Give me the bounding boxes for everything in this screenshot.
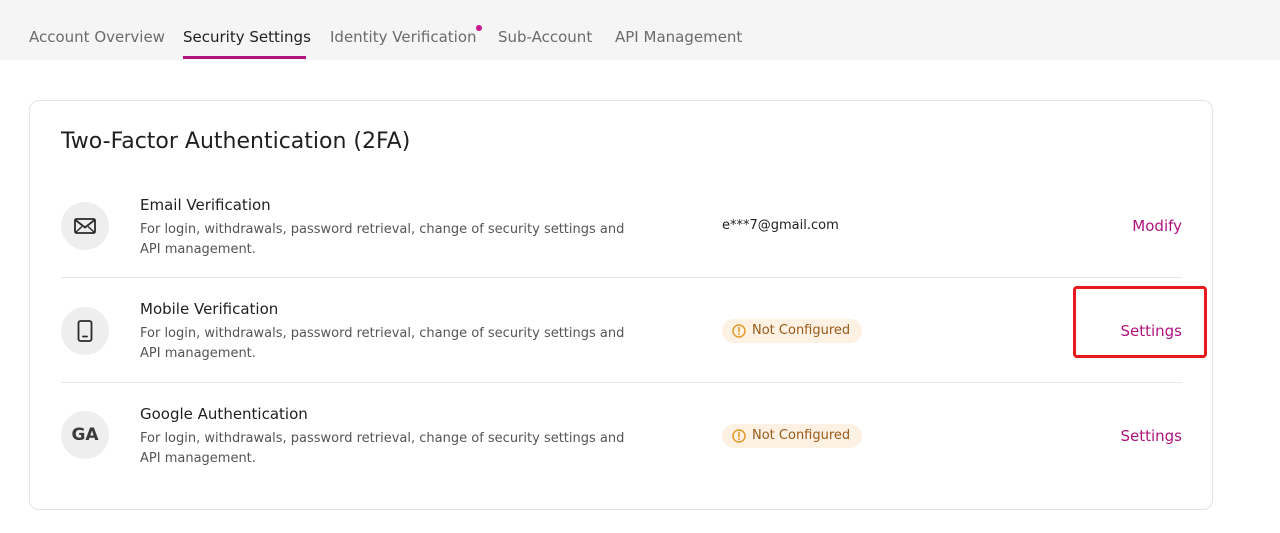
email-verification-title: Email Verification <box>140 196 271 214</box>
active-tab-indicator <box>183 56 306 59</box>
ga-icon-label: GA <box>71 425 99 445</box>
modify-email-button[interactable]: Modify <box>1132 216 1182 236</box>
card-title: Two-Factor Authentication (2FA) <box>61 129 411 154</box>
email-verification-description: For login, withdrawals, password retriev… <box>140 222 625 257</box>
notification-dot <box>476 25 482 31</box>
mobile-phone-icon <box>61 307 109 355</box>
tab-security-settings[interactable]: Security Settings <box>183 27 311 47</box>
google-authentication-row: GA Google Authentication For login, with… <box>61 383 1182 487</box>
mobile-verification-row: Mobile Verification For login, withdrawa… <box>61 278 1182 383</box>
google-status-badge: Not Configured <box>722 424 863 448</box>
warning-icon <box>732 429 746 443</box>
google-authentication-description: For login, withdrawals, password retriev… <box>140 431 625 466</box>
google-settings-button[interactable]: Settings <box>1120 426 1182 446</box>
mobile-status-text: Not Configured <box>752 323 851 338</box>
tab-api-management[interactable]: API Management <box>615 27 742 47</box>
mobile-settings-button[interactable]: Settings <box>1120 321 1182 341</box>
tab-sub-account[interactable]: Sub-Account <box>498 27 592 47</box>
email-value: e***7@gmail.com <box>722 218 839 233</box>
mobile-status-badge: Not Configured <box>722 319 863 343</box>
tab-account-overview[interactable]: Account Overview <box>29 27 165 47</box>
google-authenticator-icon: GA <box>61 411 109 459</box>
tab-bar: Account Overview Security Settings Ident… <box>0 0 1280 60</box>
google-status-text: Not Configured <box>752 428 851 443</box>
envelope-icon <box>61 202 109 250</box>
email-verification-row: Email Verification For login, withdrawal… <box>61 187 1182 278</box>
google-authentication-title: Google Authentication <box>140 405 308 423</box>
tab-identity-verification[interactable]: Identity Verification <box>330 27 477 47</box>
warning-icon <box>732 324 746 338</box>
mobile-verification-title: Mobile Verification <box>140 300 279 318</box>
mobile-verification-description: For login, withdrawals, password retriev… <box>140 326 625 361</box>
